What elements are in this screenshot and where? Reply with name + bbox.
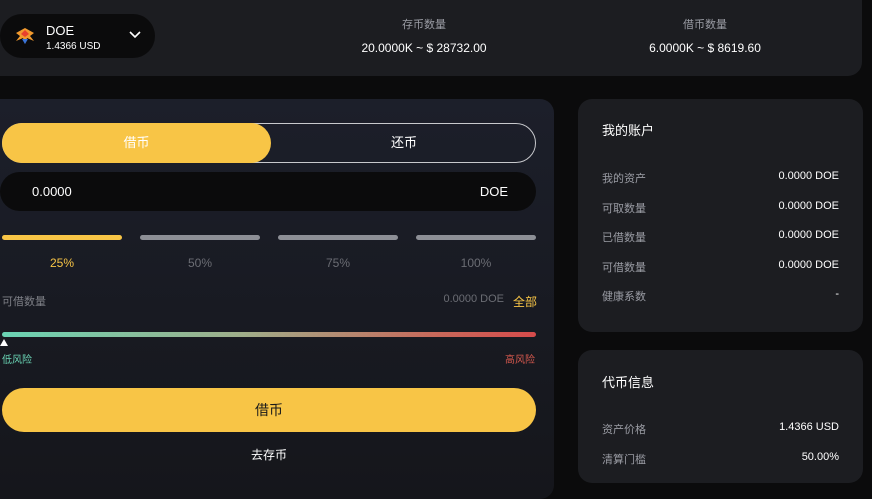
percent-label-100[interactable]: 100% [446,256,506,270]
percent-bar-50[interactable] [140,235,260,240]
account-row-value: 0.0000 DOE [778,259,839,271]
go-deposit-link[interactable]: 去存币 [2,446,536,463]
account-row-value: 0.0000 DOE [778,229,839,241]
percent-label-75[interactable]: 75% [308,256,368,270]
account-card-title: 我的账户 [602,123,655,138]
percent-bar-100[interactable] [416,235,536,240]
token-info-row-value: 50.00% [801,451,839,463]
account-card: 我的账户 我的资产 0.0000 DOE 可取数量 0.0000 DOE 已借数… [578,99,863,332]
available-borrow-value: 0.0000 DOE [443,293,504,305]
token-info-row-value: 1.4366 USD [779,421,839,433]
account-row-label: 已借数量 [602,232,646,244]
tab-borrow[interactable]: 借币 [2,123,271,163]
token-info-title: 代币信息 [602,375,655,390]
risk-marker-icon [0,339,8,346]
token-info-card: 代币信息 资产价格 1.4366 USD 清算门槛 50.00% [578,350,863,483]
percent-label-50[interactable]: 50% [170,256,230,270]
deposit-amount-value: 20.0000K ~ $ 28732.00 [361,41,487,55]
chevron-down-icon[interactable] [128,30,142,40]
percent-bar-25[interactable] [2,235,122,240]
borrow-submit-button[interactable]: 借币 [2,388,536,432]
percent-bar-75[interactable] [278,235,398,240]
tab-repay[interactable]: 还币 [271,123,537,163]
asset-selector[interactable]: DOE 1.4366 USD [0,14,155,58]
amount-unit: DOE [479,184,508,199]
doe-bird-logo-icon [16,28,34,44]
token-info-row-label: 清算门槛 [602,454,646,466]
deposit-amount-label: 存币数量 [402,19,446,31]
borrow-repay-tabs: 借币 还币 [2,123,536,163]
percent-label-25[interactable]: 25% [32,256,92,270]
account-row-label: 健康系数 [602,291,646,303]
account-row-value: - [835,288,839,300]
amount-input[interactable]: 0.0000 DOE [0,172,536,211]
asset-name: DOE [46,23,75,38]
high-risk-label: 高风险 [505,355,535,366]
available-borrow-label: 可借数量 [2,296,46,308]
token-info-row-label: 资产价格 [602,424,646,436]
risk-meter [2,332,536,337]
account-row-value: 0.0000 DOE [778,200,839,212]
low-risk-label: 低风险 [2,355,32,366]
asset-price: 1.4366 USD [46,41,101,52]
account-row-label: 我的资产 [602,173,646,185]
account-row-label: 可借数量 [602,262,646,274]
account-row-value: 0.0000 DOE [778,170,839,182]
borrow-amount-label: 借币数量 [683,19,727,31]
borrow-amount-value: 6.0000K ~ $ 8619.60 [649,41,761,55]
account-row-label: 可取数量 [602,203,646,215]
borrow-all-link[interactable]: 全部 [513,293,537,310]
amount-value[interactable]: 0.0000 [32,184,72,199]
